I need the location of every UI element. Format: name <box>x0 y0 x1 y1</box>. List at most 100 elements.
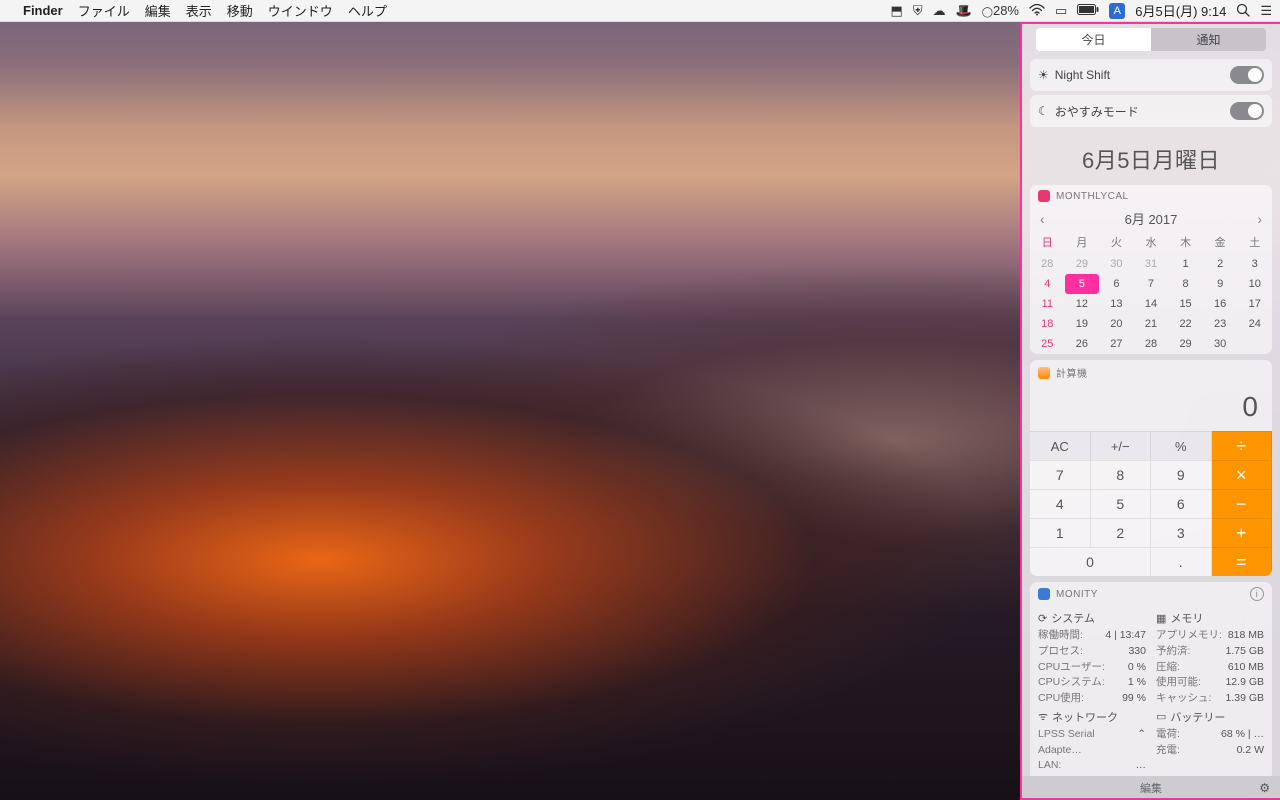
calendar-day[interactable]: 29 <box>1065 254 1100 274</box>
calendar-day[interactable]: 25 <box>1030 334 1065 354</box>
menu-window[interactable]: ウインドウ <box>268 1 333 20</box>
calc-9[interactable]: 9 <box>1151 460 1212 489</box>
calendar-dow: 水 <box>1134 232 1169 254</box>
calc-8[interactable]: 8 <box>1091 460 1152 489</box>
calendar-day[interactable]: 27 <box>1099 334 1134 354</box>
calendar-day[interactable]: 18 <box>1030 314 1065 334</box>
calendar-day[interactable]: 14 <box>1134 294 1169 314</box>
chip-icon: ▦ <box>1156 612 1166 625</box>
menu-go[interactable]: 移動 <box>227 1 253 20</box>
battery-icon[interactable] <box>1077 4 1099 17</box>
nc-edit-button[interactable]: 編集 <box>1140 780 1162 796</box>
spotlight-icon[interactable] <box>1236 3 1250 19</box>
calc-op-plus[interactable]: + <box>1212 518 1273 547</box>
calendar-day[interactable]: 13 <box>1099 294 1134 314</box>
monity-widget-title: MONITY <box>1056 589 1098 600</box>
calc-5[interactable]: 5 <box>1091 489 1152 518</box>
monity-row: 充電:0.2 W <box>1156 743 1264 759</box>
calc-0[interactable]: 0 <box>1030 547 1151 576</box>
monity-row: 電荷:68 % | … <box>1156 727 1264 743</box>
calendar-day[interactable]: 5 <box>1065 274 1100 294</box>
calendar-day[interactable]: 26 <box>1065 334 1100 354</box>
calendar-day[interactable]: 11 <box>1030 294 1065 314</box>
calendar-widget-title: MONTHLYCAL <box>1056 191 1129 202</box>
calendar-day[interactable]: 20 <box>1099 314 1134 334</box>
monity-row: 使用可能:12.9 GB <box>1156 675 1264 691</box>
calendar-day[interactable]: 28 <box>1030 254 1065 274</box>
airplay-icon[interactable]: ▭ <box>1055 4 1067 17</box>
calc-func-2[interactable]: % <box>1151 431 1212 460</box>
calc-1[interactable]: 1 <box>1030 518 1091 547</box>
menu-file[interactable]: ファイル <box>78 1 130 20</box>
calendar-day[interactable]: 8 <box>1168 274 1203 294</box>
gear-icon[interactable]: ⚙ <box>1259 781 1270 795</box>
monity-system-heading: ⟳システム <box>1038 610 1146 626</box>
calendar-day[interactable]: 3 <box>1237 254 1272 274</box>
cloud-icon[interactable]: ☁ <box>933 4 946 17</box>
app-menu[interactable]: Finder <box>23 3 63 18</box>
calendar-day[interactable]: 24 <box>1237 314 1272 334</box>
menubar-datetime[interactable]: 6月5日(月) 9:14 <box>1135 1 1226 20</box>
dropbox-icon[interactable]: ⬒ <box>891 4 903 17</box>
calendar-day[interactable]: 17 <box>1237 294 1272 314</box>
calc-func-0[interactable]: AC <box>1030 431 1091 460</box>
calendar-day[interactable]: 28 <box>1134 334 1169 354</box>
moon-icon: ☾ <box>1038 104 1049 118</box>
calendar-day[interactable]: 22 <box>1168 314 1203 334</box>
dnd-toggle[interactable] <box>1230 102 1264 120</box>
calc-op-multiply[interactable]: × <box>1212 460 1273 489</box>
calendar-day[interactable]: 1 <box>1168 254 1203 274</box>
tab-today[interactable]: 今日 <box>1036 28 1151 51</box>
calendar-prev[interactable]: ‹ <box>1040 211 1045 227</box>
calendar-day[interactable]: 7 <box>1134 274 1169 294</box>
calendar-day[interactable]: 30 <box>1099 254 1134 274</box>
calendar-day[interactable]: 19 <box>1065 314 1100 334</box>
calendar-day[interactable]: 23 <box>1203 314 1238 334</box>
calendar-day[interactable]: 9 <box>1203 274 1238 294</box>
calendar-month-label: 6月 2017 <box>1125 209 1178 228</box>
calendar-day[interactable]: 16 <box>1203 294 1238 314</box>
calendar-dow: 木 <box>1168 232 1203 254</box>
calc-op-equals[interactable]: = <box>1212 547 1273 576</box>
calendar-day[interactable]: 30 <box>1203 334 1238 354</box>
hat-icon[interactable]: 🎩 <box>956 4 972 17</box>
calc-op-minus[interactable]: − <box>1212 489 1273 518</box>
calendar-day[interactable]: 4 <box>1030 274 1065 294</box>
calendar-day[interactable]: 31 <box>1134 254 1169 274</box>
calc-7[interactable]: 7 <box>1030 460 1091 489</box>
shield-icon[interactable]: ⛨ <box>913 4 923 17</box>
calc-dot[interactable]: . <box>1151 547 1212 576</box>
dnd-label: おやすみモード <box>1055 103 1139 120</box>
notification-center-icon[interactable]: ☰ <box>1260 4 1272 17</box>
calendar-day[interactable]: 6 <box>1099 274 1134 294</box>
calc-6[interactable]: 6 <box>1151 489 1212 518</box>
monity-row: プロセス:330 <box>1038 644 1146 660</box>
calendar-day[interactable]: 15 <box>1168 294 1203 314</box>
menu-edit[interactable]: 編集 <box>145 1 171 20</box>
calendar-day[interactable]: 29 <box>1168 334 1203 354</box>
wifi-icon[interactable] <box>1029 4 1045 18</box>
night-shift-toggle[interactable] <box>1230 66 1264 84</box>
calendar-day[interactable]: 21 <box>1134 314 1169 334</box>
menu-help[interactable]: ヘルプ <box>348 1 387 20</box>
monity-row: アプリメモリ:818 MB <box>1156 628 1264 644</box>
calc-op-divide[interactable]: ÷ <box>1212 431 1273 460</box>
calc-4[interactable]: 4 <box>1030 489 1091 518</box>
monity-network-heading: ᯤネットワーク <box>1038 709 1146 725</box>
calendar-day[interactable]: 10 <box>1237 274 1272 294</box>
input-method-badge[interactable]: A <box>1109 3 1125 19</box>
calendar-day[interactable]: 12 <box>1065 294 1100 314</box>
monity-row: CPU使用:99 % <box>1038 691 1146 707</box>
calc-func-1[interactable]: +/− <box>1091 431 1152 460</box>
menu-view[interactable]: 表示 <box>186 1 212 20</box>
calendar-day[interactable]: 2 <box>1203 254 1238 274</box>
battery-percent[interactable]: ◯28% <box>982 4 1019 18</box>
calc-3[interactable]: 3 <box>1151 518 1212 547</box>
calendar-dow: 土 <box>1237 232 1272 254</box>
monity-widget: MONITY i ⟳システム 稼働時間:4 | 13:47プロセス:330CPU… <box>1030 582 1272 776</box>
calc-2[interactable]: 2 <box>1091 518 1152 547</box>
tab-notifications[interactable]: 通知 <box>1151 28 1266 51</box>
calculator-widget-icon <box>1038 367 1050 379</box>
info-icon[interactable]: i <box>1250 587 1264 601</box>
calendar-next[interactable]: › <box>1257 211 1262 227</box>
